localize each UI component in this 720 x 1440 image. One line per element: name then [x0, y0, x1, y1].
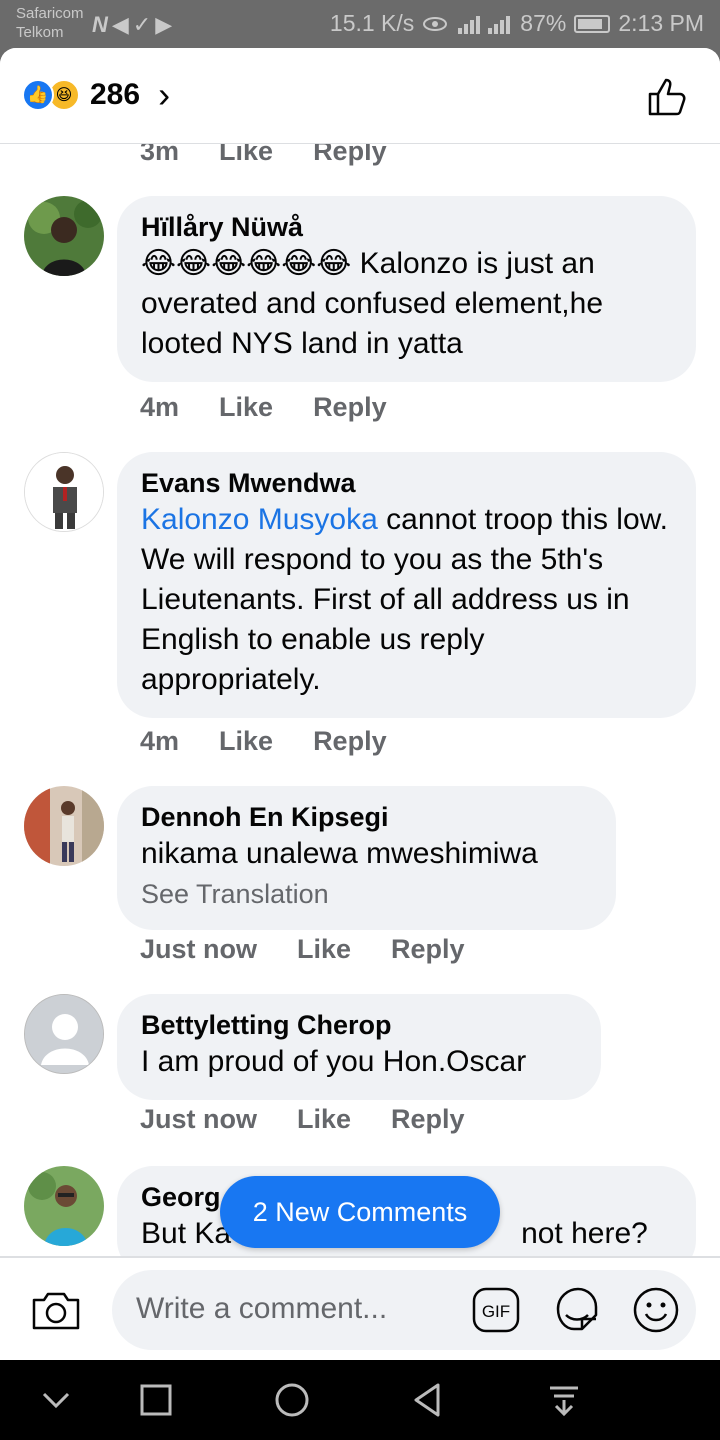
- home-icon[interactable]: [272, 1380, 312, 1420]
- reactions-summary[interactable]: 👍 😆 286 ›: [22, 74, 171, 115]
- comment-time: 4m: [140, 726, 180, 756]
- recents-icon[interactable]: [136, 1380, 176, 1420]
- mention-link[interactable]: Kalonzo Musyoka: [141, 503, 378, 536]
- comment-placeholder: Write a comment...: [136, 1292, 388, 1325]
- comment-bubble: Bettyletting Cherop I am proud of you Ho…: [117, 994, 601, 1100]
- comment-bubble: Hïllåry Nüwå 😂😂😂😂😂😂 Kalonzo is just an o…: [117, 196, 696, 382]
- reply-link[interactable]: Reply: [313, 144, 387, 167]
- like-link[interactable]: Like: [219, 144, 273, 167]
- chevron-down-icon[interactable]: [36, 1380, 76, 1420]
- avatar[interactable]: [24, 1166, 104, 1246]
- reply-link[interactable]: Reply: [391, 934, 465, 965]
- commenter-name[interactable]: Evans Mwendwa: [141, 466, 672, 500]
- notification-shade-icon[interactable]: [544, 1380, 584, 1420]
- comment-text: 😂😂😂😂😂😂 Kalonzo is just an overated and c…: [141, 244, 672, 364]
- comment-body: I am proud of you Hon.Oscar: [141, 1045, 527, 1078]
- camera-icon[interactable]: [30, 1286, 82, 1334]
- comment-feed[interactable]: 3m Like Reply Hïllåry Nüwå 😂😂😂😂😂😂 Kalonz…: [0, 144, 720, 1256]
- commenter-name[interactable]: Dennoh En Kipsegi: [141, 800, 592, 834]
- gif-icon[interactable]: GIF: [472, 1287, 520, 1333]
- comment-bubble: Evans Mwendwa Kalonzo Musyoka cannot tro…: [117, 452, 696, 718]
- status-right: 15.1 K/s 87% 2:13 PM: [330, 10, 704, 37]
- reply-link[interactable]: Reply: [313, 726, 387, 757]
- clock: 2:13 PM: [618, 10, 704, 36]
- comment-input[interactable]: Write a comment... GIF: [112, 1270, 696, 1350]
- like-link[interactable]: Like: [297, 934, 351, 965]
- comments-sheet: 👍 😆 286 › 3m Like Reply Hïllåry Nüwå 😂😂😂…: [0, 48, 720, 1360]
- comment-composer: Write a comment... GIF: [0, 1256, 720, 1360]
- laughing-emojis: 😂😂😂😂😂😂: [141, 247, 352, 280]
- like-link[interactable]: Like: [219, 392, 273, 423]
- system-nav-bar: [0, 1360, 720, 1440]
- reply-link[interactable]: Reply: [391, 1104, 465, 1135]
- avatar[interactable]: [24, 452, 104, 532]
- commenter-name[interactable]: Hïllåry Nüwå: [141, 210, 672, 244]
- carrier-2: Telkom: [16, 24, 64, 41]
- comment-meta: 3m Like Reply: [140, 144, 387, 167]
- like-link[interactable]: Like: [219, 726, 273, 757]
- notification-icons: N◀✓▶: [92, 12, 177, 37]
- svg-text:GIF: GIF: [482, 1302, 510, 1321]
- comment-time: Just now: [140, 1104, 258, 1134]
- comment-text: Kalonzo Musyoka cannot troop this low. W…: [141, 500, 672, 700]
- comment-time: 4m: [140, 392, 180, 422]
- battery-icon: [574, 14, 611, 33]
- comment-meta: Just now Like Reply: [140, 934, 465, 965]
- like-reaction-icon: 👍: [22, 79, 54, 111]
- network-speed: 15.1 K/s: [329, 10, 415, 36]
- thumbs-up-icon[interactable]: [646, 74, 690, 118]
- new-comments-button[interactable]: 2 New Comments: [220, 1176, 500, 1248]
- comment-time: 3m: [140, 144, 180, 166]
- avatar[interactable]: [24, 786, 104, 866]
- comment-bubble: Dennoh En Kipsegi nikama unalewa mweshim…: [117, 786, 616, 930]
- reaction-count: 286: [90, 78, 141, 111]
- see-translation-link[interactable]: See Translation: [141, 876, 592, 912]
- commenter-name[interactable]: Bettyletting Cherop: [141, 1008, 577, 1042]
- carrier-names: Safaricom Telkom: [16, 4, 84, 42]
- reply-link[interactable]: Reply: [313, 392, 387, 423]
- comment-meta: 4m Like Reply: [140, 726, 387, 757]
- chevron-right-icon: ›: [158, 74, 171, 115]
- comment-meta: 4m Like Reply: [140, 392, 387, 423]
- battery-percent: 87%: [520, 10, 567, 36]
- comment-meta: Just now Like Reply: [140, 1104, 465, 1135]
- status-bar: Safaricom Telkom N◀✓▶ 15.1 K/s 87% 2:13 …: [0, 0, 720, 48]
- like-link[interactable]: Like: [297, 1104, 351, 1135]
- sheet-header: 👍 😆 286 ›: [0, 48, 720, 144]
- comment-time: Just now: [140, 934, 258, 964]
- back-icon[interactable]: [408, 1380, 448, 1420]
- emoji-icon[interactable]: [632, 1286, 680, 1334]
- avatar[interactable]: [24, 196, 104, 276]
- comment-body: nikama unalewa mweshimiwa: [141, 837, 538, 870]
- default-avatar-icon[interactable]: [24, 994, 104, 1074]
- sticker-icon[interactable]: [552, 1285, 602, 1335]
- signal-icon: [458, 15, 511, 34]
- eye-icon: [423, 16, 448, 31]
- carrier-1: Safaricom: [16, 5, 84, 22]
